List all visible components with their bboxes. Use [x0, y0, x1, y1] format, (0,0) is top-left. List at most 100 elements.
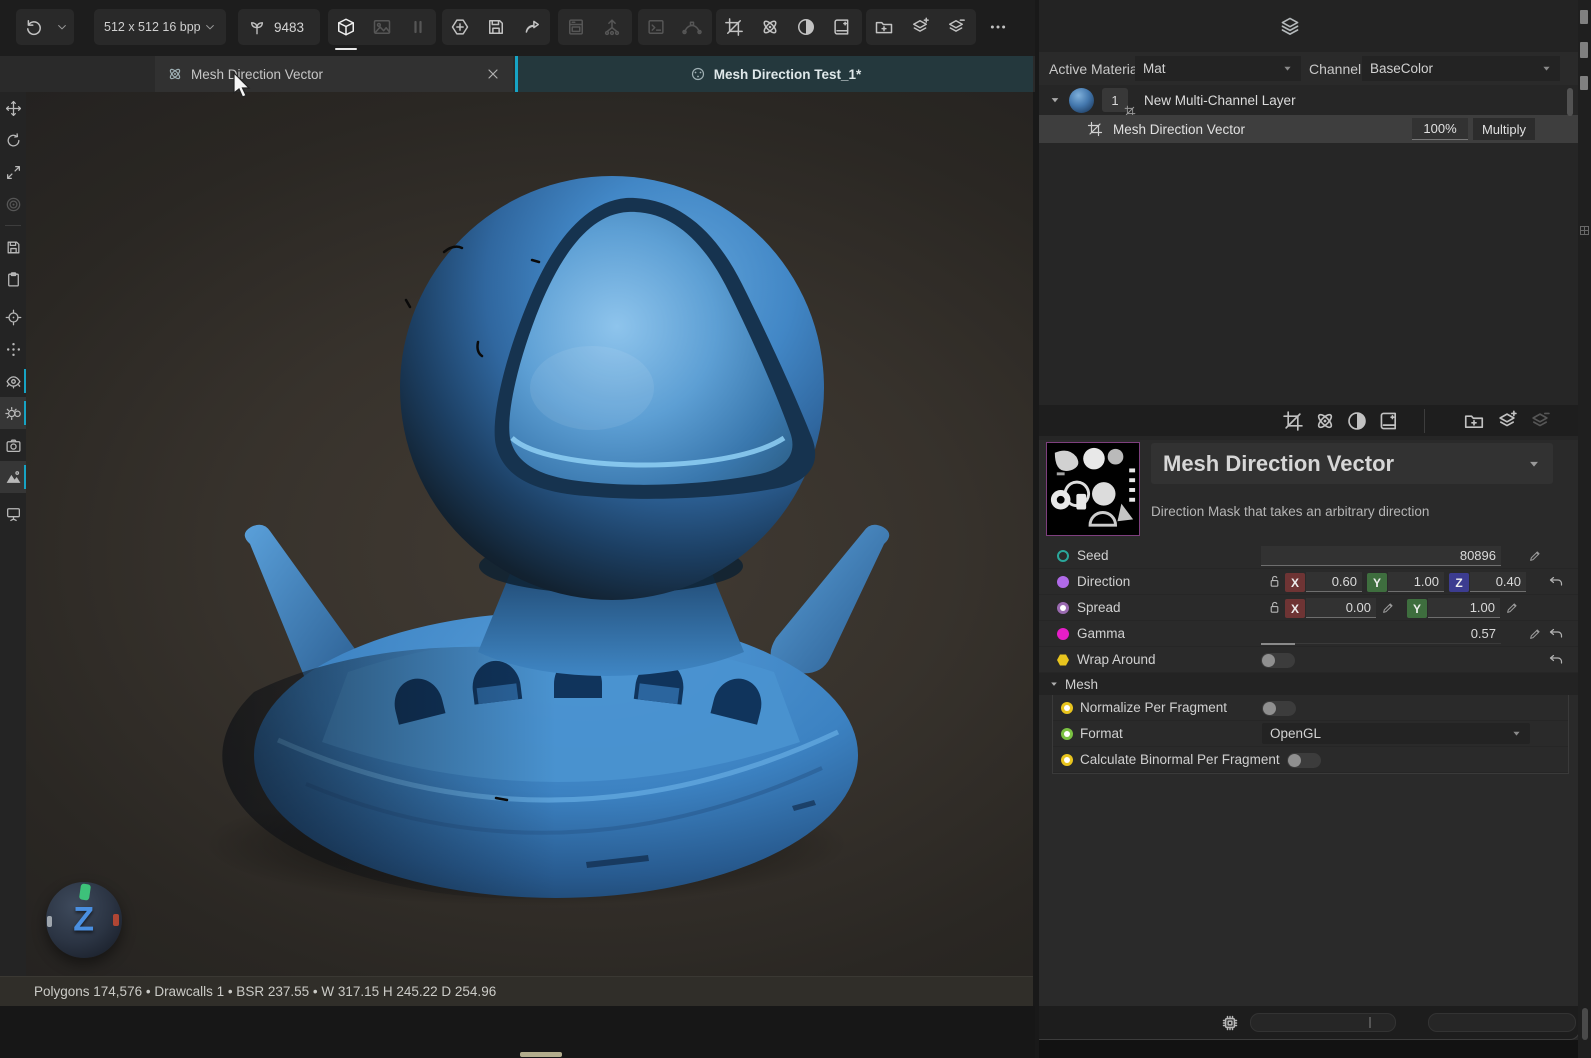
- direction-z-field[interactable]: 0.40: [1470, 572, 1526, 592]
- remove-layer-button[interactable]: [1529, 410, 1551, 432]
- reset-icon[interactable]: [1548, 652, 1564, 668]
- seed-counter[interactable]: 9483: [238, 9, 320, 45]
- tab-label: Mesh Direction Vector: [191, 67, 323, 82]
- axis-z-badge: Z: [1449, 573, 1469, 592]
- crop-mask-button[interactable]: [1282, 410, 1304, 432]
- crop-mask-button[interactable]: [716, 9, 752, 45]
- rings-tool[interactable]: [0, 188, 26, 220]
- active-material-dropdown[interactable]: Mat: [1135, 56, 1301, 81]
- chevron-down-icon: [1282, 63, 1293, 74]
- direction-y-field[interactable]: 1.00: [1388, 572, 1444, 592]
- smart-material-button[interactable]: [824, 9, 860, 45]
- layer-opacity-field[interactable]: 100%: [1412, 118, 1468, 140]
- redo-button[interactable]: [514, 9, 550, 45]
- contrast-mask-button[interactable]: [1346, 410, 1368, 432]
- layer-row-multichannel[interactable]: 1 New Multi-Channel Layer: [1039, 85, 1578, 115]
- save-button[interactable]: [478, 9, 514, 45]
- visibility-tool[interactable]: [0, 365, 26, 397]
- spread-y-field[interactable]: 1.00: [1428, 598, 1500, 618]
- undo-button[interactable]: [16, 9, 52, 45]
- lock-open-icon[interactable]: [1267, 574, 1282, 589]
- gpu-chip-icon[interactable]: [1220, 1013, 1240, 1033]
- atom-mask-button[interactable]: [752, 9, 788, 45]
- view-3d-button[interactable]: [328, 9, 364, 45]
- close-icon[interactable]: [485, 66, 501, 82]
- contrast-mask-button[interactable]: [788, 9, 824, 45]
- wrap-around-toggle[interactable]: [1261, 653, 1295, 668]
- reset-icon[interactable]: [1548, 574, 1564, 590]
- export-button[interactable]: [594, 9, 630, 45]
- remove-layer-button[interactable]: [938, 9, 974, 45]
- format-dropdown[interactable]: OpenGL: [1262, 723, 1530, 744]
- pencil-edit-icon[interactable]: [1505, 601, 1519, 615]
- render-settings-tool[interactable]: [0, 397, 26, 429]
- reset-icon[interactable]: [1548, 626, 1564, 642]
- param-label: Format: [1080, 726, 1123, 741]
- gizmo-x-axis-marker: [113, 914, 119, 926]
- axis-y-badge: Y: [1367, 573, 1387, 592]
- undo-history-dropdown[interactable]: [52, 9, 72, 45]
- view-2d-button[interactable]: [364, 9, 400, 45]
- crosshair-tool[interactable]: [0, 301, 26, 333]
- pencil-edit-icon[interactable]: [1528, 627, 1542, 641]
- tab-mesh-direction-vector[interactable]: Mesh Direction Vector: [155, 56, 513, 92]
- add-layer-button[interactable]: [902, 9, 938, 45]
- layers-panel-icon[interactable]: [1279, 15, 1301, 37]
- rotate-icon: [5, 132, 22, 149]
- mask-title: Mesh Direction Vector: [1163, 451, 1394, 477]
- layers-scrollbar[interactable]: [1567, 88, 1573, 116]
- pencil-edit-icon[interactable]: [1381, 601, 1395, 615]
- seed-count-value: 9483: [274, 20, 304, 35]
- atom-mask-button[interactable]: [1314, 410, 1336, 432]
- spread-x-field[interactable]: 0.00: [1306, 598, 1376, 618]
- lock-open-icon[interactable]: [1267, 600, 1282, 615]
- seed-value-field[interactable]: 80896: [1261, 546, 1501, 566]
- mesh-section-header[interactable]: Mesh: [1039, 673, 1578, 695]
- mask-title-bar[interactable]: Mesh Direction Vector: [1151, 443, 1553, 484]
- environment-tool[interactable]: [0, 461, 26, 493]
- new-button[interactable]: [442, 9, 478, 45]
- navigation-gizmo[interactable]: Z: [46, 882, 122, 958]
- export-tree-icon: [602, 17, 622, 37]
- resource-bar-1[interactable]: [1250, 1013, 1396, 1032]
- gamma-slider-fill: [1261, 643, 1295, 645]
- add-layer-button[interactable]: [1496, 410, 1518, 432]
- terminal-button[interactable]: [638, 9, 674, 45]
- chevron-down-icon: [1511, 728, 1522, 739]
- save-tool[interactable]: [0, 231, 26, 263]
- normalize-toggle[interactable]: [1262, 701, 1296, 716]
- pencil-edit-icon[interactable]: [1528, 549, 1542, 563]
- collapse-chevron-icon[interactable]: [1527, 457, 1541, 471]
- gamma-slider[interactable]: 0.57: [1261, 624, 1501, 644]
- add-hexagon-icon: [450, 17, 470, 37]
- more-button[interactable]: [980, 9, 1016, 45]
- scale-icon: [5, 164, 22, 181]
- direction-x-field[interactable]: 0.60: [1306, 572, 1362, 592]
- binormal-toggle[interactable]: [1287, 753, 1321, 768]
- smart-material-button[interactable]: [1378, 410, 1400, 432]
- presentation-tool[interactable]: [0, 497, 26, 529]
- view-split-button[interactable]: [400, 9, 436, 45]
- clipboard-tool[interactable]: [0, 263, 26, 295]
- layer-row-mesh-direction-vector[interactable]: Mesh Direction Vector 100% Multiply: [1039, 115, 1578, 143]
- bake-button[interactable]: [558, 9, 594, 45]
- expand-chevron-icon[interactable]: [1049, 94, 1061, 106]
- gizmo-z-label: Z: [73, 901, 94, 940]
- move-tool[interactable]: [0, 92, 26, 124]
- add-folder-button[interactable]: [866, 9, 902, 45]
- scale-tool[interactable]: [0, 156, 26, 188]
- path-tool-button[interactable]: [674, 9, 710, 45]
- add-folder-button[interactable]: [1463, 410, 1485, 432]
- edge-scrollbar-thumb[interactable]: [1582, 1008, 1588, 1040]
- channel-dropdown[interactable]: BaseColor: [1362, 56, 1560, 81]
- symmetry-tool[interactable]: [0, 333, 26, 365]
- resource-bar-2[interactable]: [1428, 1013, 1576, 1032]
- plant-seed-icon: [248, 18, 266, 36]
- rotate-tool[interactable]: [0, 124, 26, 156]
- 3d-viewport[interactable]: Z: [26, 92, 1033, 976]
- gizmo-w-marker: [47, 916, 52, 927]
- tab-mesh-direction-test[interactable]: Mesh Direction Test_1*: [515, 56, 1033, 92]
- layer-blend-mode[interactable]: Multiply: [1473, 118, 1535, 140]
- camera-tool[interactable]: [0, 429, 26, 461]
- resolution-dropdown[interactable]: 512 x 512 16 bpp: [94, 9, 226, 45]
